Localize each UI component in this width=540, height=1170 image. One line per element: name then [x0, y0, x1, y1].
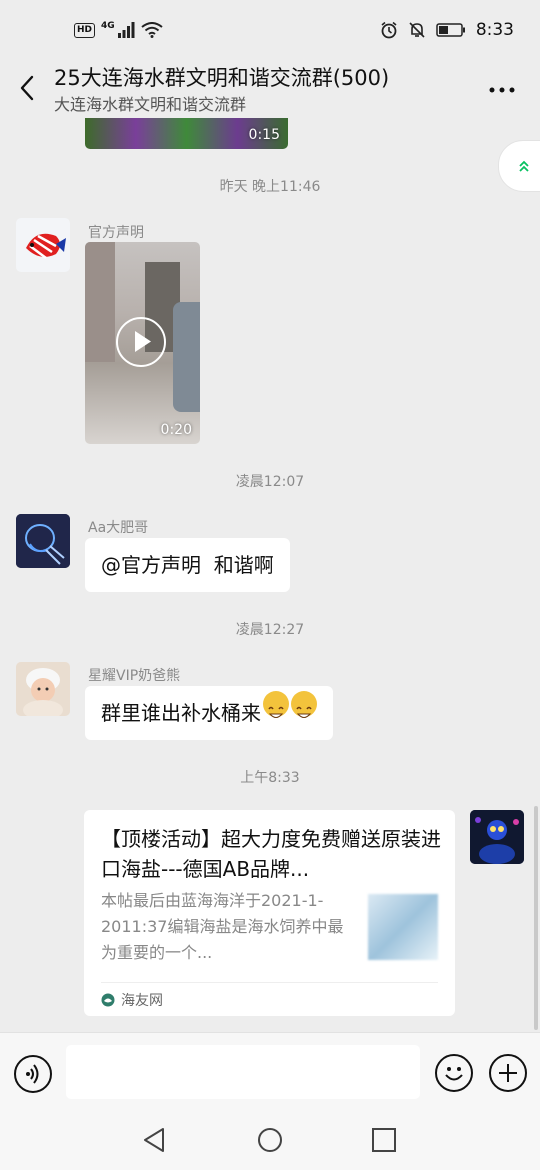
network-label: 4G	[101, 21, 115, 31]
link-card-divider	[101, 982, 438, 983]
voice-icon	[26, 1064, 39, 1084]
timestamp: 上午8:33	[240, 770, 300, 786]
link-card[interactable]: 【顶楼活动】超大力度免费赠送原装进口海盐---德国AB品牌... 本帖最后由蓝海…	[84, 810, 455, 1016]
alarm-icon	[381, 21, 397, 39]
battery-icon	[436, 23, 465, 37]
baby-avatar-icon	[16, 662, 70, 716]
link-card-title: 【顶楼活动】超大力度免费赠送原装进口海盐---德国AB品牌...	[101, 827, 441, 881]
status-bar: HD 4G 8:33	[0, 0, 540, 62]
avatar[interactable]	[16, 514, 70, 568]
back-arrow-icon	[20, 75, 34, 101]
back-button[interactable]	[14, 70, 44, 106]
status-time: 8:33	[475, 20, 514, 40]
plus-icon	[499, 1064, 517, 1082]
timestamp: 昨天 晚上11:46	[219, 179, 321, 195]
more-dots-icon	[489, 87, 515, 93]
chat-header: 25大连海水群文明和谐交流群(500) 大连海水群文明和谐交流群	[0, 62, 540, 118]
chat-messages[interactable]: 0:15 昨天 晚上11:46 官方声明 0:20 凌晨12:07 Aa大肥哥 …	[0, 118, 540, 1032]
input-bar	[0, 1032, 540, 1111]
sender-name: Aa大肥哥	[88, 520, 149, 536]
video-thumbnail-figure	[173, 302, 200, 412]
grin-emoji-icon	[263, 691, 289, 718]
grin-emoji-icon	[291, 691, 317, 718]
link-card-description: 本帖最后由蓝海海洋于2021-1-2011:37编辑海盐是海水饲养中最为重要的一…	[101, 891, 344, 962]
avatar[interactable]	[16, 218, 70, 272]
timestamp: 凌晨12:27	[235, 622, 305, 638]
sender-name: 星耀VIP奶爸熊	[88, 668, 181, 684]
wifi-icon	[141, 22, 163, 38]
message-bubble[interactable]: @官方声明 和谐啊	[85, 538, 290, 592]
message-text: @官方声明 和谐啊	[101, 553, 274, 577]
hd-badge: HD	[74, 22, 96, 38]
signal-icon	[117, 22, 135, 38]
chat-scrollbar[interactable]	[534, 806, 538, 1030]
fish-avatar-icon	[26, 233, 66, 259]
mute-bell-icon	[409, 22, 425, 38]
link-card-source: 海友网	[101, 990, 163, 1010]
link-card-thumbnail	[368, 894, 438, 960]
voice-input-button[interactable]	[14, 1055, 52, 1093]
video-thumbnail-wall	[85, 242, 115, 362]
system-nav-bar	[0, 1110, 540, 1170]
emoji-button[interactable]	[435, 1054, 473, 1092]
video-message[interactable]: 0:20	[85, 242, 200, 444]
timestamp: 凌晨12:07	[235, 474, 305, 490]
message-input[interactable]	[66, 1045, 420, 1099]
more-options-button[interactable]	[488, 76, 516, 101]
message-text: 群里谁出补水桶来	[101, 701, 261, 725]
source-logo-icon	[101, 993, 115, 1007]
status-left: HD 4G	[74, 21, 163, 38]
smiley-icon	[445, 1067, 463, 1081]
my-avatar[interactable]	[470, 810, 524, 864]
sender-name: 官方声明	[88, 225, 144, 241]
more-functions-button[interactable]	[489, 1054, 527, 1092]
chat-subtitle: 大连海水群文明和谐交流群	[54, 95, 247, 114]
home-circle-icon[interactable]	[256, 1126, 284, 1154]
recents-square-icon[interactable]	[371, 1127, 397, 1153]
double-chevron-up-icon	[519, 160, 529, 172]
play-icon	[135, 331, 151, 352]
video-message-top[interactable]: 0:15	[85, 118, 288, 149]
xray-skull-avatar-icon	[16, 514, 70, 568]
back-triangle-icon[interactable]	[141, 1126, 167, 1154]
video-duration: 0:20	[160, 422, 192, 438]
message-bubble[interactable]: 群里谁出补水桶来	[85, 686, 333, 740]
neon-figure-avatar-icon	[470, 810, 524, 864]
avatar[interactable]	[16, 662, 70, 716]
link-card-source-name: 海友网	[121, 993, 163, 1009]
video-duration: 0:15	[248, 127, 280, 143]
play-button[interactable]	[116, 317, 166, 367]
status-right: 8:33	[380, 20, 514, 40]
chat-title: 25大连海水群文明和谐交流群(500)	[54, 66, 390, 90]
